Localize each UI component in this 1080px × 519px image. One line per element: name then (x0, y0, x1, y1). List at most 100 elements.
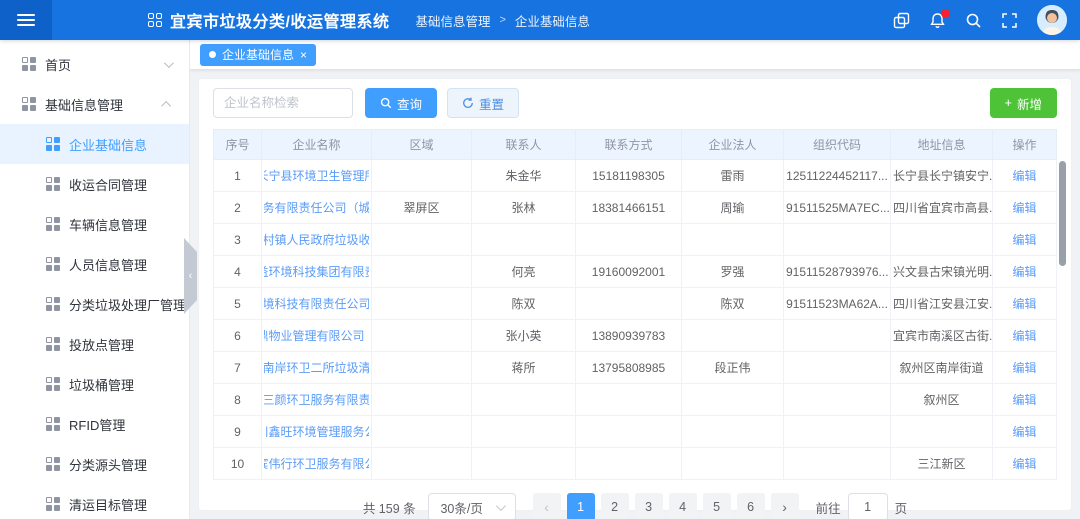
sidebar-item-投放点管理[interactable]: 投放点管理 (0, 324, 189, 364)
cell-legal: 周瑜 (682, 192, 784, 224)
edit-link[interactable]: 编辑 (1012, 329, 1036, 343)
sidebar-item-垃圾桶管理[interactable]: 垃圾桶管理 (0, 364, 189, 404)
cell-contact: 蒋所 (472, 352, 576, 384)
cell-phone (576, 384, 682, 416)
page-button-3[interactable]: 3 (635, 493, 663, 519)
cell-phone: 13890939783 (576, 320, 682, 352)
edit-link[interactable]: 编辑 (1012, 201, 1036, 215)
company-name-link[interactable]: 长宁县环境卫生管理所 (264, 167, 369, 184)
sidebar-item-车辆信息管理[interactable]: 车辆信息管理 (0, 204, 189, 244)
edit-link[interactable]: 编辑 (1012, 265, 1036, 279)
cell-address (891, 416, 993, 448)
goto-label: 前往 (816, 498, 841, 517)
cell-contact: 陈双 (472, 288, 576, 320)
query-button-label: 查询 (397, 94, 422, 113)
add-button[interactable]: + 新增 (990, 88, 1057, 118)
sidebar-item-企业基础信息[interactable]: 企业基础信息 (0, 124, 189, 164)
app-title: 宜宾市垃圾分类/收运管理系统 (170, 8, 389, 32)
company-name-link[interactable]: 鸣鼎物业管理有限公司（南 (264, 327, 369, 344)
cell-org_code (784, 224, 891, 256)
company-name-link[interactable]: 宜宾伟行环卫服务有限公司 (264, 455, 369, 472)
cell-legal (682, 224, 784, 256)
page-button-1[interactable]: 1 (567, 493, 595, 519)
cell-company-name: 服务有限责任公司（城乡 (262, 192, 372, 224)
company-name-search-input[interactable] (213, 88, 353, 118)
cell-action: 编辑 (993, 384, 1057, 416)
tab-close-icon[interactable]: × (300, 49, 307, 61)
notifications-button[interactable] (929, 12, 946, 29)
page-button-6[interactable]: 6 (737, 493, 765, 519)
edit-link[interactable]: 编辑 (1012, 169, 1036, 183)
company-name-link[interactable]: 市三颜环卫服务有限责任 (264, 391, 369, 408)
cell-phone: 15181198305 (576, 160, 682, 192)
cell-org_code: 91511523MA62A... (784, 288, 891, 320)
reset-button[interactable]: 重置 (447, 88, 519, 118)
sidebar-item-RFID管理[interactable]: RFID管理 (0, 404, 189, 444)
page-button-2[interactable]: 2 (601, 493, 629, 519)
cell-phone (576, 448, 682, 480)
top-bar: 宜宾市垃圾分类/收运管理系统 基础信息管理 > 企业基础信息 (0, 0, 1080, 40)
hamburger-icon (17, 14, 35, 26)
multi-window-icon[interactable] (893, 12, 910, 29)
sidebar-item-label: 人员信息管理 (69, 255, 147, 274)
column-header: 地址信息 (891, 130, 993, 160)
chevron-down-icon (496, 501, 506, 511)
column-header: 组织代码 (784, 130, 891, 160)
cell-action: 编辑 (993, 192, 1057, 224)
sidebar-item-label: RFID管理 (69, 415, 125, 434)
cell-no: 8 (214, 384, 262, 416)
breadcrumb-item: 企业基础信息 (515, 11, 590, 30)
column-header: 企业法人 (682, 130, 784, 160)
page-size-select[interactable]: 30条/页 (428, 493, 516, 519)
grid-icon (46, 497, 60, 511)
cell-contact: 何亮 (472, 256, 576, 288)
table-row: 6鸣鼎物业管理有限公司（南张小英13890939783宜宾市南溪区古街...编辑 (214, 320, 1057, 352)
edit-link[interactable]: 编辑 (1012, 297, 1036, 311)
company-name-link[interactable]: 蕉村镇人民政府垃圾收运 (264, 231, 369, 248)
edit-link[interactable]: 编辑 (1012, 425, 1036, 439)
company-name-link[interactable]: 环境科技有限责任公司江 (264, 295, 369, 312)
edit-link[interactable]: 编辑 (1012, 393, 1036, 407)
cell-contact: 张林 (472, 192, 576, 224)
page-button-5[interactable]: 5 (703, 493, 731, 519)
edit-link[interactable]: 编辑 (1012, 361, 1036, 375)
company-name-link[interactable]: 服务有限责任公司（城乡 (264, 199, 369, 216)
goto-page-input[interactable] (848, 493, 888, 519)
edit-link[interactable]: 编辑 (1012, 233, 1036, 247)
cell-legal: 段正伟 (682, 352, 784, 384)
fullscreen-icon[interactable] (1001, 12, 1018, 29)
query-button[interactable]: 查询 (365, 88, 437, 118)
search-icon[interactable] (965, 12, 982, 29)
sidebar-item-首页[interactable]: 首页 (0, 44, 189, 84)
cell-legal (682, 384, 784, 416)
table-row: 2服务有限责任公司（城乡翠屏区张林18381466151周瑜91511525MA… (214, 192, 1057, 224)
sidebar-item-分类垃圾处理厂管理[interactable]: 分类垃圾处理厂管理 (0, 284, 189, 324)
sidebar-item-基础信息管理[interactable]: 基础信息管理 (0, 84, 189, 124)
company-name-link[interactable]: 四川鑫旺环境管理服务公司 (264, 423, 369, 440)
user-avatar[interactable] (1037, 5, 1067, 35)
tab-active-dot-icon (209, 51, 216, 58)
sidebar-toggle-button[interactable] (0, 0, 52, 40)
cell-no: 3 (214, 224, 262, 256)
prev-page-button[interactable]: ‹ (533, 493, 561, 519)
cell-company-name: 宜宾伟行环卫服务有限公司 (262, 448, 372, 480)
sidebar-item-分类源头管理[interactable]: 分类源头管理 (0, 444, 189, 484)
edit-link[interactable]: 编辑 (1012, 457, 1036, 471)
sidebar-item-收运合同管理[interactable]: 收运合同管理 (0, 164, 189, 204)
next-page-button[interactable]: › (771, 493, 799, 519)
cell-contact (472, 224, 576, 256)
company-name-link[interactable]: 区南岸环卫二所垃圾清运 (264, 359, 369, 376)
cell-no: 7 (214, 352, 262, 384)
breadcrumb-item[interactable]: 基础信息管理 (415, 11, 490, 30)
sidebar-item-清运目标管理[interactable]: 清运目标管理 (0, 484, 189, 519)
cell-phone (576, 416, 682, 448)
cell-company-name: 长宁县环境卫生管理所 (262, 160, 372, 192)
company-name-link[interactable]: 司益环境科技集团有限责任 (264, 263, 369, 280)
cell-company-name: 环境科技有限责任公司江 (262, 288, 372, 320)
sidebar-item-人员信息管理[interactable]: 人员信息管理 (0, 244, 189, 284)
tab-enterprise-info[interactable]: 企业基础信息 × (200, 44, 316, 66)
refresh-icon (462, 97, 474, 109)
vertical-scrollbar[interactable] (1059, 161, 1066, 266)
page-button-4[interactable]: 4 (669, 493, 697, 519)
column-header: 序号 (214, 130, 262, 160)
